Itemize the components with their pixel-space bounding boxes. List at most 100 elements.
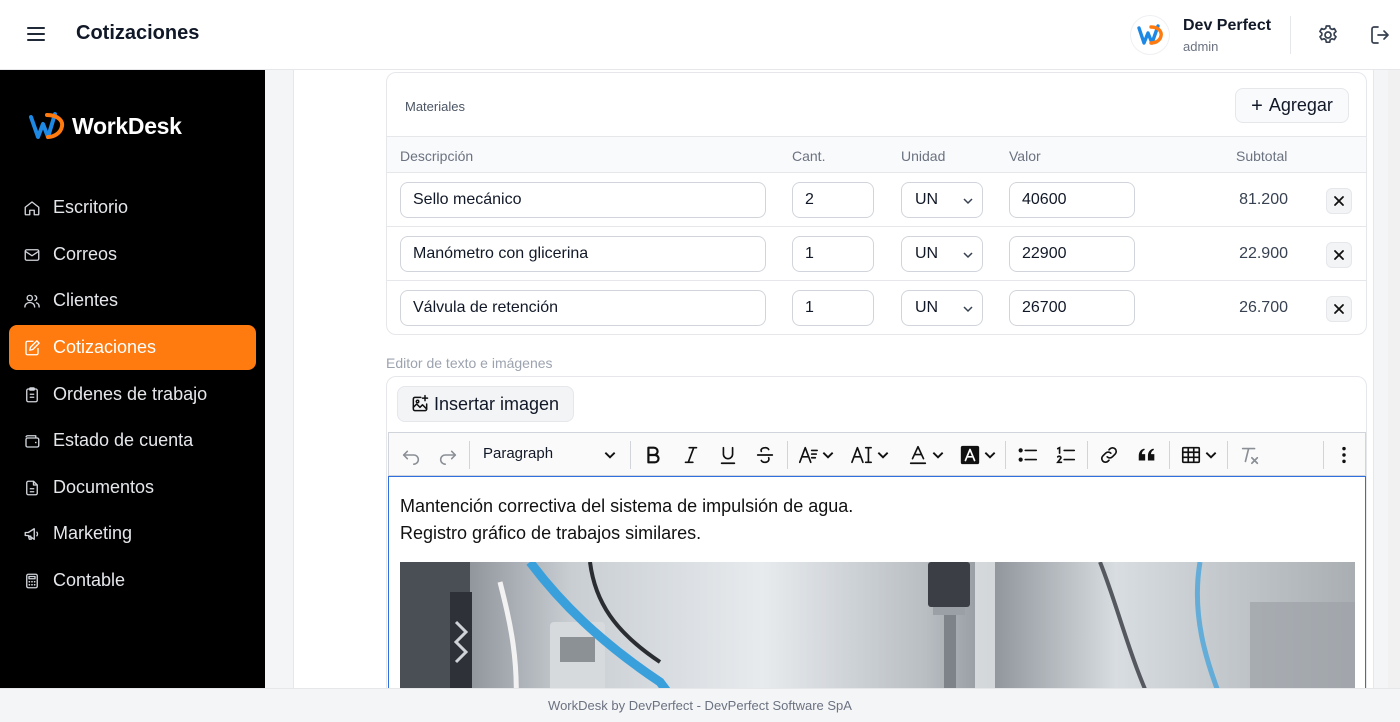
editor-toolbar: Paragraph	[388, 432, 1366, 476]
sidebar-item-marketing[interactable]: Marketing	[9, 511, 256, 556]
remove-format-icon[interactable]	[1239, 442, 1261, 468]
value-input[interactable]	[1009, 290, 1135, 326]
logout-icon[interactable]	[1368, 23, 1392, 47]
insert-image-label: Insertar imagen	[434, 393, 560, 414]
undo-icon[interactable]	[400, 442, 422, 468]
materials-card: Materiales + Agregar Descripción Cant. U…	[386, 72, 1367, 335]
link-icon[interactable]	[1098, 442, 1120, 468]
chevron-down-icon	[963, 306, 973, 313]
blockquote-icon[interactable]	[1136, 442, 1158, 468]
chevron-down-icon	[963, 198, 973, 205]
brand-logo[interactable]: WorkDesk	[28, 106, 182, 146]
sidebar-item-ordenes-de-trabajo[interactable]: Ordenes de trabajo	[9, 372, 256, 417]
embedded-work-photo[interactable]	[400, 562, 1355, 688]
bulleted-list-icon[interactable]	[1017, 442, 1039, 468]
font-size-icon[interactable]	[850, 442, 890, 468]
toolbar-divider	[1087, 441, 1088, 469]
user-avatar[interactable]	[1131, 16, 1169, 54]
toolbar-divider	[1323, 441, 1324, 469]
quantity-input[interactable]	[792, 290, 874, 326]
editor-content-area[interactable]: Mantención correctiva del sistema de imp…	[388, 476, 1366, 688]
underline-icon[interactable]	[717, 442, 739, 468]
quantity-input[interactable]	[792, 182, 874, 218]
subtotal-value: 26.700	[1239, 299, 1288, 316]
menu-icon[interactable]	[27, 24, 49, 46]
unit-select[interactable]: UN	[901, 290, 983, 326]
column-header-description: Descripción	[400, 148, 474, 164]
sidebar-item-label: Ordenes de trabajo	[53, 384, 208, 404]
plus-icon: +	[1251, 94, 1263, 117]
chevron-down-icon[interactable]	[603, 442, 617, 468]
remove-row-button[interactable]	[1326, 242, 1352, 268]
background-color-icon[interactable]	[959, 442, 997, 468]
unit-value: UN	[915, 245, 939, 262]
remove-row-button[interactable]	[1326, 296, 1352, 322]
quantity-input[interactable]	[792, 236, 874, 272]
document-icon	[26, 480, 38, 495]
bold-icon[interactable]	[642, 442, 664, 468]
more-options-icon[interactable]	[1334, 442, 1354, 468]
toolbar-divider	[1005, 441, 1006, 469]
italic-icon[interactable]	[680, 442, 702, 468]
user-name: Dev Perfect	[1183, 17, 1272, 34]
toolbar-divider	[630, 441, 631, 469]
subtotal-value: 81.200	[1239, 191, 1288, 208]
main-content: Materiales + Agregar Descripción Cant. U…	[265, 70, 1400, 688]
workdesk-logo-icon	[1137, 24, 1163, 45]
add-material-label: Agregar	[1268, 95, 1333, 115]
workdesk-logo-icon	[29, 112, 65, 139]
image-add-icon	[412, 394, 429, 412]
scrollbar[interactable]	[1388, 70, 1400, 688]
strikethrough-icon[interactable]	[754, 442, 776, 468]
brand-name: WorkDesk	[72, 112, 182, 139]
insert-image-button[interactable]: Insertar imagen	[397, 386, 574, 422]
sidebar-item-clientes[interactable]: Clientes	[9, 278, 256, 323]
sidebar-item-escritorio[interactable]: Escritorio	[9, 185, 256, 230]
description-input[interactable]	[400, 182, 766, 218]
table-icon[interactable]	[1180, 442, 1218, 468]
sidebar-item-contable[interactable]: Contable	[9, 558, 256, 603]
toolbar-divider	[469, 441, 470, 469]
chevron-down-icon	[963, 252, 973, 259]
subtotal-value: 22.900	[1239, 245, 1288, 262]
gear-icon[interactable]	[1316, 23, 1340, 47]
column-header-quantity: Cant.	[792, 148, 826, 164]
photo-image	[400, 562, 1355, 688]
unit-select[interactable]: UN	[901, 182, 983, 218]
value-input[interactable]	[1009, 236, 1135, 272]
sidebar-item-estado-de-cuenta[interactable]: Estado de cuenta	[9, 418, 256, 463]
sidebar-item-label: Contable	[53, 570, 126, 590]
home-icon	[24, 200, 40, 215]
paragraph-style-select[interactable]: Paragraph	[483, 445, 553, 462]
sidebar: WorkDesk Escritorio Correos Clientes Cot…	[0, 70, 265, 688]
divider	[1290, 16, 1291, 54]
toolbar-divider	[787, 441, 788, 469]
redo-icon[interactable]	[437, 442, 459, 468]
toolbar-divider	[1169, 441, 1170, 469]
paragraph-style-value: Paragraph	[483, 445, 554, 462]
mail-icon	[24, 248, 40, 261]
description-input[interactable]	[400, 290, 766, 326]
user-role: admin	[1183, 39, 1219, 54]
sidebar-item-documentos[interactable]: Documentos	[9, 465, 256, 510]
table-row: UN 26.700	[387, 281, 1366, 335]
sidebar-item-cotizaciones[interactable]: Cotizaciones	[9, 325, 256, 370]
footer: WorkDesk by DevPerfect - DevPerfect Soft…	[0, 688, 1400, 722]
close-icon	[1334, 196, 1344, 206]
sidebar-item-label: Cotizaciones	[53, 337, 157, 357]
remove-row-button[interactable]	[1326, 188, 1352, 214]
add-material-button[interactable]: + Agregar	[1235, 88, 1349, 123]
editor-paragraph: Mantención correctiva del sistema de imp…	[400, 496, 854, 516]
description-input[interactable]	[400, 236, 766, 272]
numbered-list-icon[interactable]	[1055, 442, 1077, 468]
unit-value: UN	[915, 299, 939, 316]
unit-select[interactable]: UN	[901, 236, 983, 272]
font-family-icon[interactable]	[797, 442, 835, 468]
editor-label: Editor de texto e imágenes	[386, 355, 553, 371]
value-input[interactable]	[1009, 182, 1135, 218]
clipboard-icon	[26, 386, 38, 402]
sidebar-item-correos[interactable]: Correos	[9, 232, 256, 277]
font-color-icon[interactable]	[907, 442, 945, 468]
column-header-value: Valor	[1009, 148, 1041, 164]
footer-text: WorkDesk by DevPerfect - DevPerfect Soft…	[548, 698, 852, 713]
